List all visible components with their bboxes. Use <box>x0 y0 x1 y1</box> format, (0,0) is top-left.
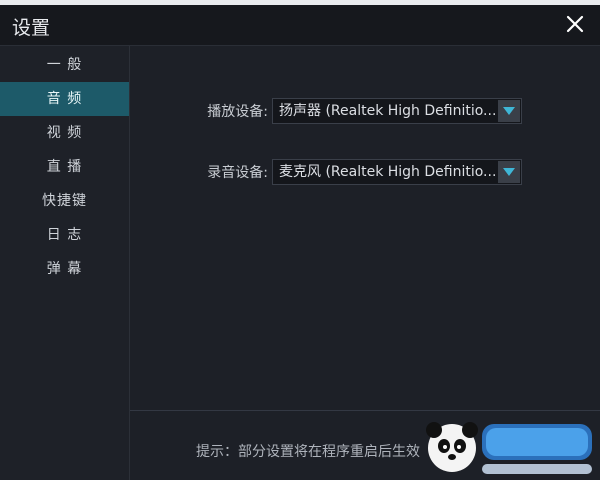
sidebar-item-video[interactable]: 视 频 <box>0 116 129 150</box>
sidebar-item-live[interactable]: 直 播 <box>0 150 129 184</box>
playback-device-row: 播放设备: 扬声器 (Realtek High Definitio... <box>130 98 600 126</box>
sidebar-item-shortcuts[interactable]: 快捷键 <box>0 184 129 218</box>
sidebar-item-audio[interactable]: 音 频 <box>0 82 129 116</box>
sidebar-item-log[interactable]: 日 志 <box>0 218 129 252</box>
title-bar: 设置 <box>0 5 600 46</box>
playback-device-select[interactable]: 扬声器 (Realtek High Definitio... <box>272 98 522 124</box>
audio-settings-panel: 播放设备: 扬声器 (Realtek High Definitio... 录音设… <box>130 46 600 410</box>
playback-device-label: 播放设备: <box>207 104 268 120</box>
chevron-down-icon <box>503 168 515 176</box>
playback-dropdown-button[interactable] <box>498 100 520 122</box>
footer: 提示：部分设置将在程序重启后生效 <box>130 411 600 480</box>
playback-device-value: 扬声器 (Realtek High Definitio... <box>279 103 497 119</box>
close-button[interactable] <box>560 8 590 40</box>
recording-device-label: 录音设备: <box>207 165 268 181</box>
sidebar-item-danmaku[interactable]: 弹 幕 <box>0 252 129 286</box>
recording-device-select[interactable]: 麦克风 (Realtek High Definitio... <box>272 159 522 185</box>
recording-device-value: 麦克风 (Realtek High Definitio... <box>279 164 497 180</box>
settings-sidebar: 一 般 音 频 视 频 直 播 快捷键 日 志 弹 幕 <box>0 46 130 480</box>
chevron-down-icon <box>503 107 515 115</box>
recording-device-row: 录音设备: 麦克风 (Realtek High Definitio... <box>130 159 600 187</box>
window-title: 设置 <box>12 17 51 39</box>
close-icon <box>566 15 584 33</box>
sidebar-item-general[interactable]: 一 般 <box>0 48 129 82</box>
recording-dropdown-button[interactable] <box>498 161 520 183</box>
restart-tip: 提示：部分设置将在程序重启后生效 <box>196 444 420 460</box>
